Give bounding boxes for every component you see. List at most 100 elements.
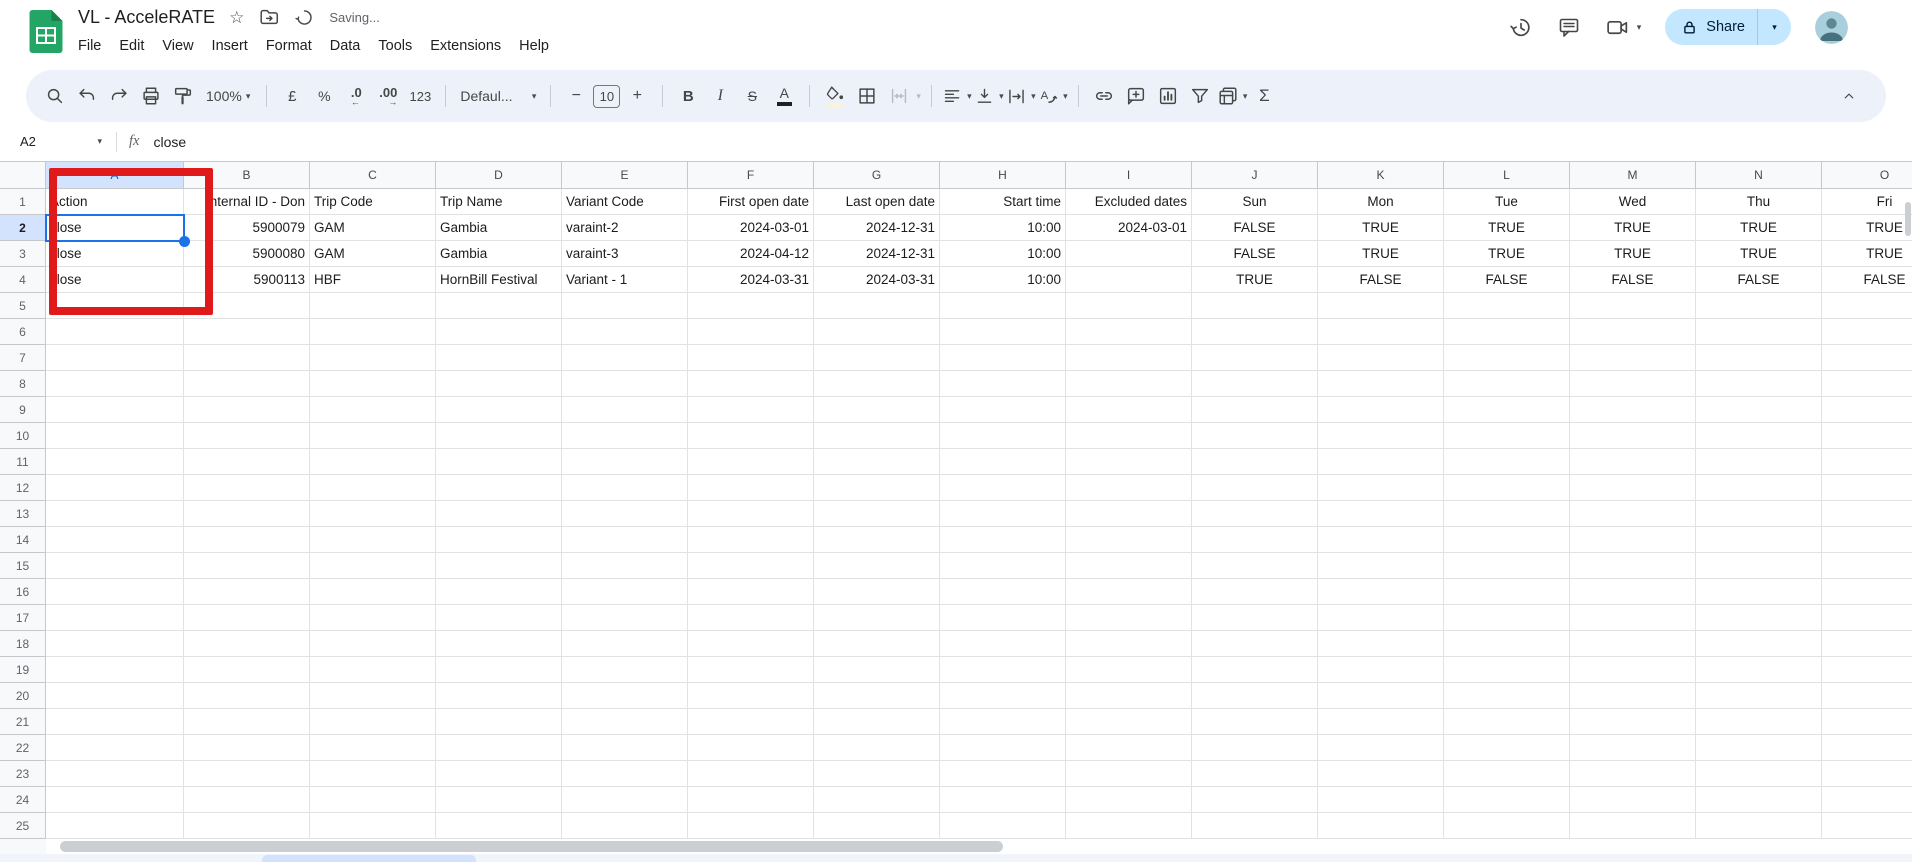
cell-C23[interactable]: [310, 761, 436, 787]
cell-G5[interactable]: [814, 293, 940, 319]
cell-N23[interactable]: [1696, 761, 1822, 787]
cell-E9[interactable]: [562, 397, 688, 423]
share-button-main[interactable]: Share: [1665, 9, 1757, 45]
cell-F14[interactable]: [688, 527, 814, 553]
cell-J9[interactable]: [1192, 397, 1318, 423]
column-header-E[interactable]: E: [562, 162, 688, 189]
cell-L16[interactable]: [1444, 579, 1570, 605]
cell-A11[interactable]: [46, 449, 184, 475]
percent-format-button[interactable]: %: [309, 81, 339, 111]
cell-I2[interactable]: 2024-03-01: [1066, 215, 1192, 241]
cell-J21[interactable]: [1192, 709, 1318, 735]
text-rotation-button[interactable]: A ▾: [1038, 81, 1068, 111]
increase-decimal-button[interactable]: .00→: [373, 81, 403, 111]
cell-G2[interactable]: 2024-12-31: [814, 215, 940, 241]
cell-D21[interactable]: [436, 709, 562, 735]
menu-edit[interactable]: Edit: [110, 35, 153, 57]
cell-F25[interactable]: [688, 813, 814, 839]
cell-D10[interactable]: [436, 423, 562, 449]
cell-J16[interactable]: [1192, 579, 1318, 605]
cell-E25[interactable]: [562, 813, 688, 839]
table-views-button[interactable]: ▾: [1217, 81, 1248, 111]
cell-E12[interactable]: [562, 475, 688, 501]
cell-O6[interactable]: [1822, 319, 1912, 345]
cell-F23[interactable]: [688, 761, 814, 787]
cell-M18[interactable]: [1570, 631, 1696, 657]
cell-I23[interactable]: [1066, 761, 1192, 787]
row-header-25[interactable]: 25: [0, 813, 46, 839]
horizontal-scrollbar-thumb[interactable]: [60, 841, 1003, 852]
cell-N12[interactable]: [1696, 475, 1822, 501]
cell-A23[interactable]: [46, 761, 184, 787]
cell-C3[interactable]: GAM: [310, 241, 436, 267]
cell-B10[interactable]: [184, 423, 310, 449]
cell-M24[interactable]: [1570, 787, 1696, 813]
cell-J19[interactable]: [1192, 657, 1318, 683]
cell-N1[interactable]: Thu: [1696, 189, 1822, 215]
menu-help[interactable]: Help: [510, 35, 558, 57]
cell-M16[interactable]: [1570, 579, 1696, 605]
cell-F5[interactable]: [688, 293, 814, 319]
cell-F8[interactable]: [688, 371, 814, 397]
row-header-3[interactable]: 3: [0, 241, 46, 267]
row-header-24[interactable]: 24: [0, 787, 46, 813]
borders-button[interactable]: [852, 81, 882, 111]
currency-format-button[interactable]: £: [277, 81, 307, 111]
cell-C9[interactable]: [310, 397, 436, 423]
menu-format[interactable]: Format: [257, 35, 321, 57]
cell-L5[interactable]: [1444, 293, 1570, 319]
cell-L22[interactable]: [1444, 735, 1570, 761]
cell-J17[interactable]: [1192, 605, 1318, 631]
cell-O9[interactable]: [1822, 397, 1912, 423]
functions-button[interactable]: Σ: [1249, 81, 1279, 111]
cell-L8[interactable]: [1444, 371, 1570, 397]
cell-D14[interactable]: [436, 527, 562, 553]
hide-menus-button[interactable]: [1834, 81, 1864, 111]
cell-F13[interactable]: [688, 501, 814, 527]
cell-L18[interactable]: [1444, 631, 1570, 657]
cell-D6[interactable]: [436, 319, 562, 345]
cell-B11[interactable]: [184, 449, 310, 475]
cell-F18[interactable]: [688, 631, 814, 657]
cell-G1[interactable]: Last open date: [814, 189, 940, 215]
cell-H2[interactable]: 10:00: [940, 215, 1066, 241]
column-header-M[interactable]: M: [1570, 162, 1696, 189]
cell-H19[interactable]: [940, 657, 1066, 683]
cell-M9[interactable]: [1570, 397, 1696, 423]
cell-I8[interactable]: [1066, 371, 1192, 397]
cell-H5[interactable]: [940, 293, 1066, 319]
cell-M6[interactable]: [1570, 319, 1696, 345]
cell-F16[interactable]: [688, 579, 814, 605]
cell-E15[interactable]: [562, 553, 688, 579]
cell-I25[interactable]: [1066, 813, 1192, 839]
cell-A20[interactable]: [46, 683, 184, 709]
star-icon[interactable]: ☆: [229, 9, 244, 26]
menu-data[interactable]: Data: [321, 35, 370, 57]
cell-B9[interactable]: [184, 397, 310, 423]
column-header-F[interactable]: F: [688, 162, 814, 189]
cell-B23[interactable]: [184, 761, 310, 787]
cell-L13[interactable]: [1444, 501, 1570, 527]
document-title[interactable]: VL - AcceleRATE: [78, 7, 215, 28]
cell-F11[interactable]: [688, 449, 814, 475]
zoom-control[interactable]: 100% ▾: [200, 81, 256, 111]
meet-presentation-control[interactable]: ▾: [1605, 15, 1642, 40]
cell-D1[interactable]: Trip Name: [436, 189, 562, 215]
row-header-8[interactable]: 8: [0, 371, 46, 397]
cell-I6[interactable]: [1066, 319, 1192, 345]
cell-J3[interactable]: FALSE: [1192, 241, 1318, 267]
cell-J13[interactable]: [1192, 501, 1318, 527]
cell-N15[interactable]: [1696, 553, 1822, 579]
cell-L11[interactable]: [1444, 449, 1570, 475]
cell-O2[interactable]: TRUE: [1822, 215, 1912, 241]
user-avatar[interactable]: [1815, 11, 1848, 44]
cell-B22[interactable]: [184, 735, 310, 761]
menu-insert[interactable]: Insert: [203, 35, 257, 57]
cell-G24[interactable]: [814, 787, 940, 813]
cell-C13[interactable]: [310, 501, 436, 527]
column-header-L[interactable]: L: [1444, 162, 1570, 189]
vertical-align-button[interactable]: ▾: [974, 81, 1004, 111]
cell-I22[interactable]: [1066, 735, 1192, 761]
cell-F7[interactable]: [688, 345, 814, 371]
cell-H9[interactable]: [940, 397, 1066, 423]
